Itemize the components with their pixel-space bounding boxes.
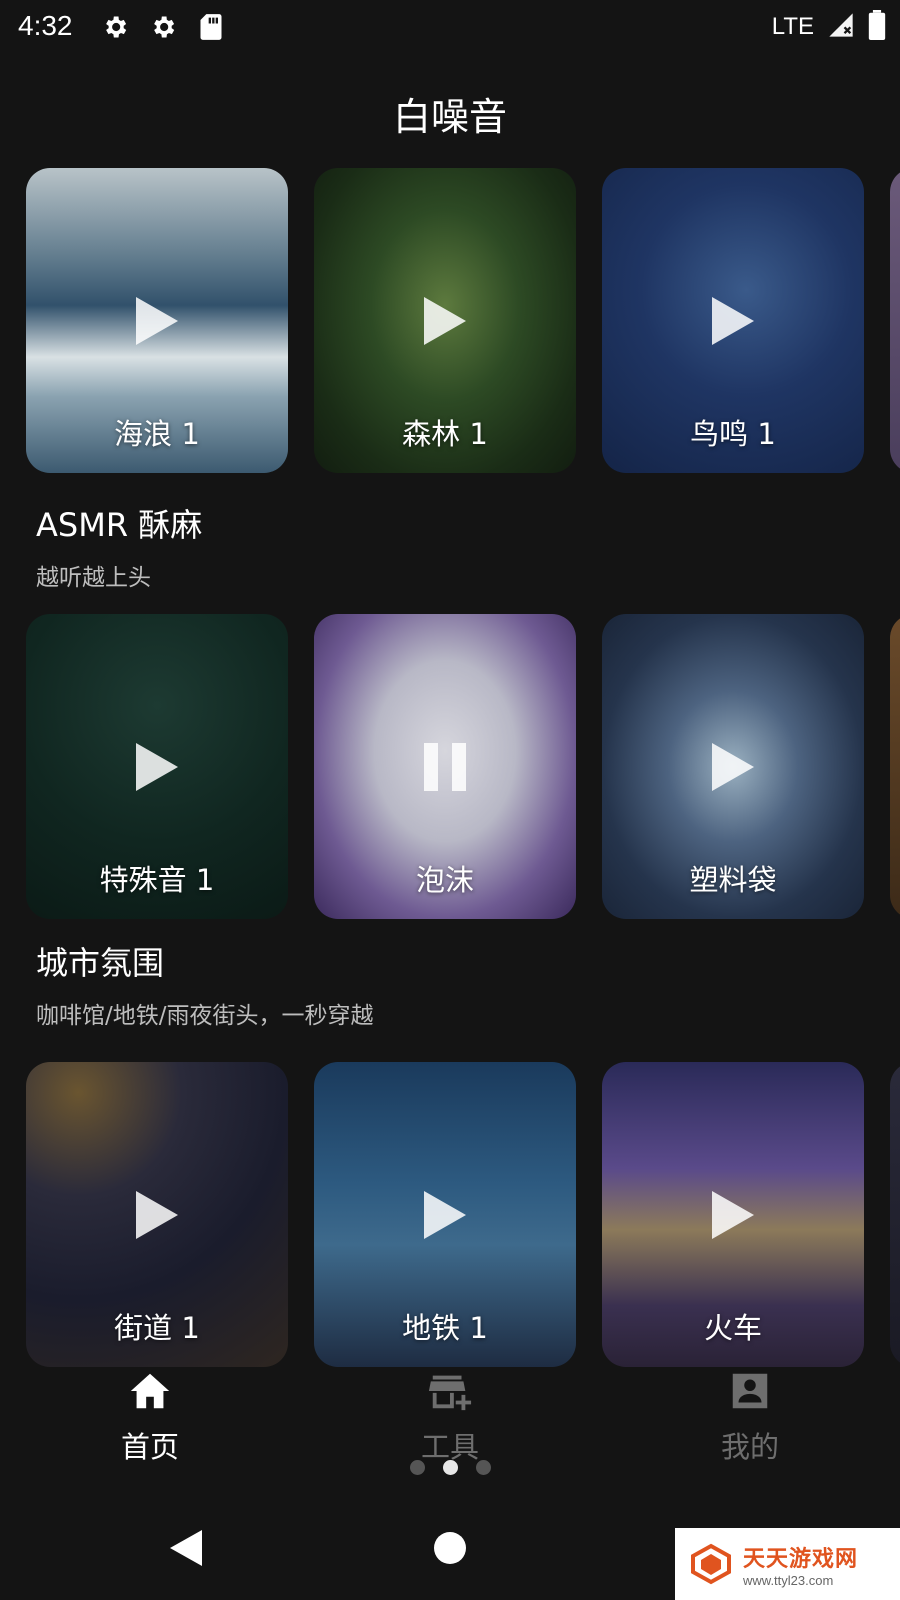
card-label: 泡沫: [415, 863, 474, 897]
home-circle-icon[interactable]: [432, 1530, 468, 1566]
nav-item-home[interactable]: 首页: [50, 1358, 250, 1466]
watermark-title: 天天游戏网: [743, 1546, 859, 1572]
card-label: 火车: [703, 1311, 762, 1345]
section-subtitle: 越听越上头: [36, 565, 151, 591]
play-icon[interactable]: [708, 739, 758, 795]
battery-icon: [868, 10, 886, 44]
page-title: 白噪音: [392, 95, 507, 139]
sound-card-peek[interactable]: [890, 1062, 900, 1367]
settings-gear-icon: [148, 12, 178, 42]
store-add-icon: [428, 1375, 472, 1411]
watermark-logo-icon: [691, 1543, 731, 1585]
section-header: 城市氛围 咖啡馆/地铁/雨夜街头，一秒穿越: [36, 938, 374, 1030]
sound-card-peek[interactable]: [890, 168, 900, 473]
card-label: 地铁 1: [402, 1311, 488, 1345]
sound-card[interactable]: 森林 1: [314, 168, 576, 473]
sound-card-peek[interactable]: [890, 614, 900, 919]
play-icon[interactable]: [708, 1187, 758, 1243]
settings-gear-icon: [100, 12, 130, 42]
card-label: 特殊音 1: [99, 863, 215, 897]
pager-dot[interactable]: [409, 1460, 425, 1475]
play-icon[interactable]: [420, 293, 470, 349]
play-icon[interactable]: [708, 293, 758, 349]
sound-card[interactable]: 街道 1: [26, 1062, 288, 1367]
play-icon[interactable]: [420, 1187, 470, 1243]
section-subtitle: 咖啡馆/地铁/雨夜街头，一秒穿越: [36, 1003, 374, 1029]
play-icon[interactable]: [132, 739, 182, 795]
sound-card[interactable]: 火车: [602, 1062, 864, 1367]
sound-card[interactable]: 鸟鸣 1: [602, 168, 864, 473]
watermark-url: www.ttyl23.com: [743, 1572, 834, 1588]
watermark: 天天游戏网 www.ttyl23.com: [675, 1528, 900, 1600]
sound-card[interactable]: 地铁 1: [314, 1062, 576, 1367]
card-label: 海浪 1: [114, 417, 200, 451]
sd-card-icon: [196, 12, 226, 42]
signal-icon: [826, 11, 856, 43]
sound-row: 街道 1 地铁 1 火车: [26, 1062, 900, 1367]
play-icon[interactable]: [132, 293, 182, 349]
sound-card[interactable]: 泡沫: [314, 614, 576, 919]
card-label: 街道 1: [114, 1311, 200, 1345]
play-icon[interactable]: [132, 1187, 182, 1243]
section-header: ASMR 酥麻 越听越上头: [36, 500, 202, 592]
home-icon: [130, 1373, 170, 1409]
sound-row: 特殊音 1 泡沫 塑料袋: [26, 614, 900, 919]
account-box-icon: [732, 1373, 768, 1409]
status-time: 4:32: [18, 10, 73, 41]
app-screen: 4:32 LTE 白噪音 海浪 1 森林 1 鸟鸣 1 ASMR 酥麻 越听越上…: [0, 0, 900, 1600]
nav-item-mine[interactable]: 我的: [650, 1358, 850, 1466]
card-label: 森林 1: [402, 417, 488, 451]
status-bar: 4:32 LTE: [0, 0, 900, 54]
sound-card[interactable]: 塑料袋: [602, 614, 864, 919]
section-title: ASMR 酥麻: [36, 506, 203, 544]
sound-row: 海浪 1 森林 1 鸟鸣 1: [26, 168, 900, 473]
section-title: 城市氛围: [36, 944, 165, 982]
nav-item-tools[interactable]: 工具: [350, 1358, 550, 1466]
pager-dot[interactable]: [475, 1460, 491, 1475]
pager-indicator: [0, 1460, 900, 1475]
pause-icon[interactable]: [420, 739, 470, 795]
pager-dot-active[interactable]: [442, 1460, 458, 1475]
card-label: 鸟鸣 1: [690, 417, 776, 451]
sound-card[interactable]: 海浪 1: [26, 168, 288, 473]
back-icon[interactable]: [168, 1528, 204, 1568]
sound-card[interactable]: 特殊音 1: [26, 614, 288, 919]
network-type: LTE: [771, 13, 814, 40]
card-label: 塑料袋: [689, 863, 777, 897]
